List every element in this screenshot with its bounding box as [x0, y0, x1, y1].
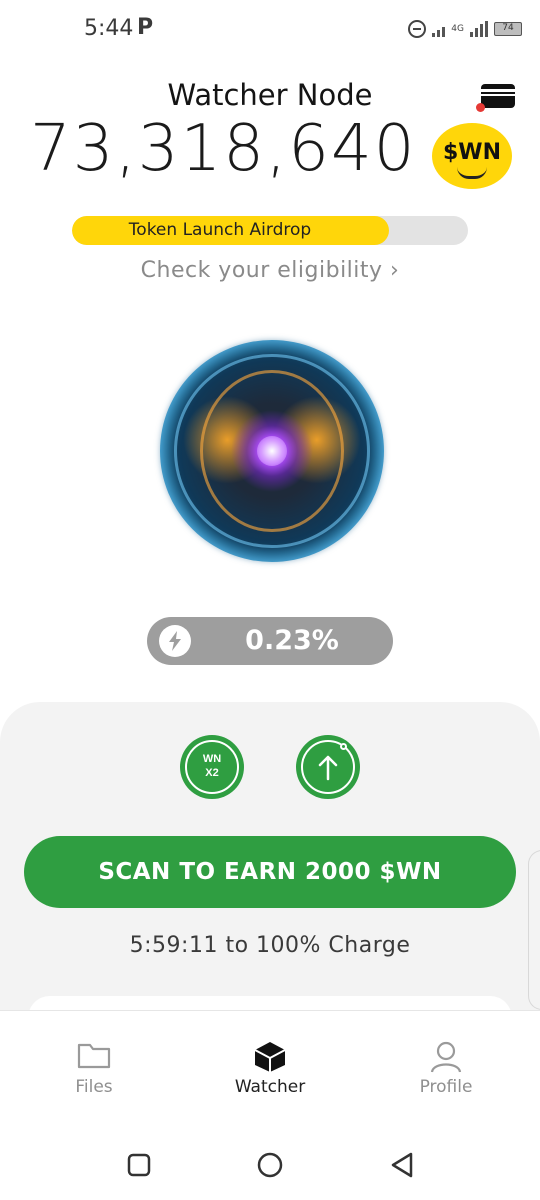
- status-time: 5:44: [84, 16, 134, 41]
- nav-item-watcher[interactable]: Watcher: [200, 1011, 340, 1121]
- do-not-disturb-icon: [408, 20, 427, 38]
- wn-coin-icon: $WN: [432, 123, 512, 189]
- boost-multiplier-text: X2: [205, 767, 219, 779]
- boost-wn-text: WN: [202, 753, 222, 765]
- cube-icon: [254, 1042, 286, 1072]
- boost-label: WN X2: [180, 752, 244, 780]
- status-icons: 4G 74: [408, 20, 522, 38]
- nav-label-watcher: Watcher: [234, 1077, 306, 1097]
- nav-item-files[interactable]: Files: [24, 1011, 164, 1121]
- charge-indicator: 0.23%: [147, 617, 393, 665]
- arrow-up-circle-icon: [318, 755, 338, 781]
- side-drawer-handle[interactable]: [528, 850, 540, 1010]
- nav-label-files: Files: [75, 1077, 113, 1097]
- upgrade-button[interactable]: [296, 735, 360, 799]
- orb-core: [257, 436, 287, 466]
- charge-percent: 0.23%: [245, 625, 339, 656]
- nav-item-profile[interactable]: Profile: [376, 1011, 516, 1121]
- battery-icon: 74: [494, 22, 522, 36]
- check-eligibility-link[interactable]: Check your eligibility ›: [0, 258, 540, 283]
- home-icon: [257, 1152, 283, 1178]
- recents-button[interactable]: [124, 1150, 154, 1180]
- upgrade-dot: [340, 743, 347, 750]
- bottom-navigation: Files Watcher Profile: [0, 1010, 540, 1130]
- back-icon: [391, 1152, 413, 1178]
- airdrop-label: Token Launch Airdrop: [128, 220, 312, 240]
- signal-icon-2: [470, 21, 488, 37]
- bolt-icon: [159, 625, 191, 657]
- coin-smile: [457, 167, 487, 179]
- page-title: Watcher Node: [167, 78, 373, 112]
- token-balance: 73,318,640: [30, 112, 417, 186]
- wn-x2-boost-button[interactable]: WN X2: [180, 735, 244, 799]
- scan-to-earn-button[interactable]: SCAN TO EARN 2000 $WN: [24, 836, 516, 908]
- signal-icon: [432, 21, 446, 37]
- folder-icon: [77, 1043, 111, 1069]
- watcher-orb-image[interactable]: [160, 340, 384, 562]
- nav-label-profile: Profile: [419, 1077, 473, 1097]
- recents-icon: [127, 1153, 151, 1177]
- coin-label: $WN: [443, 139, 501, 165]
- system-navigation: [0, 1130, 540, 1200]
- home-button[interactable]: [255, 1150, 285, 1180]
- network-label: 4G: [451, 23, 464, 34]
- status-bar: 5:44 P 4G 74: [0, 0, 540, 60]
- charge-countdown: 5:59:11 to 100% Charge: [129, 933, 411, 958]
- airdrop-progress-bar[interactable]: Token Launch Airdrop: [72, 216, 468, 245]
- person-icon: [430, 1041, 462, 1073]
- notification-dot: [476, 103, 485, 112]
- carrier-glyph: P: [137, 15, 154, 40]
- back-button[interactable]: [387, 1150, 417, 1180]
